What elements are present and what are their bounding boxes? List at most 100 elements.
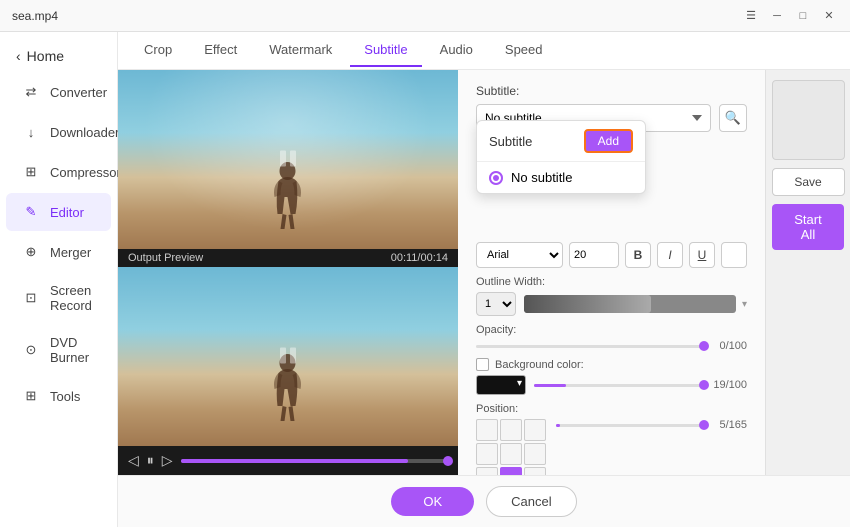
pause-icon-bottom: [274, 341, 302, 372]
pos-cell-bl[interactable]: [476, 467, 498, 475]
cancel-btn[interactable]: Cancel: [486, 486, 576, 517]
pos-cell-mr[interactable]: [524, 443, 546, 465]
sidebar-item-compressor[interactable]: ⊞ Compressor: [6, 153, 111, 191]
bg-opacity-slider[interactable]: [534, 384, 704, 387]
subtitle-dropdown-popup: Subtitle Add No subtitle: [476, 120, 646, 194]
converter-label: Converter: [50, 85, 107, 100]
minimize-btn[interactable]: ─: [768, 7, 786, 25]
sidebar-item-tools[interactable]: ⊞ Tools: [6, 377, 111, 415]
add-subtitle-btn[interactable]: Add: [584, 129, 633, 153]
sidebar: ‹ Home ⇄ Converter ↓ Downloader ⊞ Compre…: [0, 32, 118, 527]
position-area: 5/165: [476, 419, 747, 475]
video-panel: Output Preview 00:11/00:14: [118, 70, 458, 475]
bg-color-label: Background color:: [495, 359, 584, 371]
tab-watermark[interactable]: Watermark: [255, 34, 346, 67]
font-select[interactable]: Arial: [476, 242, 563, 268]
play-pause-btn[interactable]: ⏸: [147, 452, 154, 469]
radio-no-subtitle: [489, 171, 503, 185]
far-right-panel: Save Start All: [765, 70, 850, 475]
main-layout: ‹ Home ⇄ Converter ↓ Downloader ⊞ Compre…: [0, 32, 850, 527]
dropdown-header-label: Subtitle: [489, 134, 532, 149]
compressor-icon: ⊞: [22, 163, 40, 181]
sidebar-item-screen-record[interactable]: ⊡ Screen Record: [6, 273, 111, 323]
editor-label: Editor: [50, 205, 84, 220]
merger-icon: ⊕: [22, 243, 40, 261]
pos-cell-tr[interactable]: [524, 419, 546, 441]
timecode: 00:11/00:14: [391, 252, 448, 264]
video-preview-top: [118, 70, 458, 249]
font-color-picker[interactable]: [721, 242, 747, 268]
dropdown-item-no-subtitle[interactable]: No subtitle: [477, 162, 645, 193]
opacity-thumb: [699, 341, 709, 351]
tab-speed[interactable]: Speed: [491, 34, 557, 67]
editor-icon: ✎: [22, 203, 40, 221]
progress-fill: [181, 459, 408, 463]
bottom-bar: OK Cancel: [118, 475, 850, 527]
sidebar-item-downloader[interactable]: ↓ Downloader: [6, 113, 111, 151]
pos-cell-mc[interactable]: [500, 443, 522, 465]
pos-cell-tl[interactable]: [476, 419, 498, 441]
opacity-slider-track[interactable]: [476, 345, 704, 348]
font-size-input[interactable]: [569, 242, 619, 268]
outline-width-select[interactable]: 1: [476, 292, 516, 316]
next-frame-btn[interactable]: ▷: [162, 452, 173, 469]
outline-color-dropdown-icon: ▾: [742, 299, 747, 310]
bold-btn[interactable]: B: [625, 242, 651, 268]
sidebar-item-converter[interactable]: ⇄ Converter: [6, 73, 111, 111]
subtitle-search-btn[interactable]: 🔍: [719, 104, 747, 132]
underline-btn[interactable]: U: [689, 242, 715, 268]
progress-bar[interactable]: [181, 459, 448, 463]
start-all-btn[interactable]: Start All: [772, 204, 844, 250]
tab-effect[interactable]: Effect: [190, 34, 251, 67]
dvd-icon: ⊙: [22, 341, 40, 359]
position-label: Position:: [476, 403, 747, 415]
tab-crop[interactable]: Crop: [130, 34, 186, 67]
dropdown-header: Subtitle Add: [477, 121, 645, 162]
downloader-label: Downloader: [50, 125, 119, 140]
screen-record-icon: ⊡: [22, 289, 40, 307]
close-btn[interactable]: ✕: [820, 7, 838, 25]
sidebar-item-dvd-burner[interactable]: ⊙ DVD Burner: [6, 325, 111, 375]
prev-frame-btn[interactable]: ◁: [128, 452, 139, 469]
downloader-icon: ↓: [22, 123, 40, 141]
bg-color-swatch[interactable]: [476, 375, 526, 395]
tab-subtitle[interactable]: Subtitle: [350, 34, 421, 67]
tools-label: Tools: [50, 389, 80, 404]
tab-bar: Crop Effect Watermark Subtitle Audio Spe…: [118, 32, 850, 70]
italic-btn[interactable]: I: [657, 242, 683, 268]
pos-cell-ml[interactable]: [476, 443, 498, 465]
bg-color-slider-row: 19/100: [476, 375, 747, 395]
position-slider-row: 5/165: [556, 419, 747, 431]
tab-audio[interactable]: Audio: [426, 34, 487, 67]
bg-opacity-fill: [534, 384, 566, 387]
save-btn[interactable]: Save: [772, 168, 845, 196]
sidebar-item-editor[interactable]: ✎ Editor: [6, 193, 111, 231]
font-style-row: Arial B I U: [476, 242, 747, 268]
titlebar: sea.mp4 ☰ ─ □ ✕: [0, 0, 850, 32]
menu-btn[interactable]: ☰: [742, 7, 760, 25]
opacity-label: Opacity:: [476, 324, 747, 336]
output-label-text: Output Preview: [128, 252, 203, 264]
back-home[interactable]: ‹ Home: [0, 40, 117, 72]
position-slider-track[interactable]: [556, 424, 704, 427]
pos-cell-tc[interactable]: [500, 419, 522, 441]
outline-width-row: 1 ▾: [476, 292, 747, 316]
position-value: 5/165: [712, 419, 747, 431]
output-label-bar: Output Preview 00:11/00:14: [118, 249, 458, 267]
outline-width-label: Outline Width:: [476, 276, 747, 288]
pos-cell-bc[interactable]: [500, 467, 522, 475]
subtitle-label: Subtitle:: [476, 84, 747, 98]
bg-color-row: Background color:: [476, 358, 747, 371]
far-right-preview-box: [772, 80, 845, 160]
position-slider-area: 5/165: [556, 419, 747, 437]
bg-color-swatch-area: [476, 375, 526, 395]
window-title: sea.mp4: [12, 9, 58, 23]
ok-btn[interactable]: OK: [391, 487, 474, 516]
outline-color-slider-track: [524, 295, 736, 313]
sidebar-item-merger[interactable]: ⊕ Merger: [6, 233, 111, 271]
bg-color-checkbox[interactable]: [476, 358, 489, 371]
bg-opacity-thumb: [699, 380, 709, 390]
maximize-btn[interactable]: □: [794, 7, 812, 25]
style-controls: Arial B I U: [476, 242, 747, 268]
pos-cell-br[interactable]: [524, 467, 546, 475]
